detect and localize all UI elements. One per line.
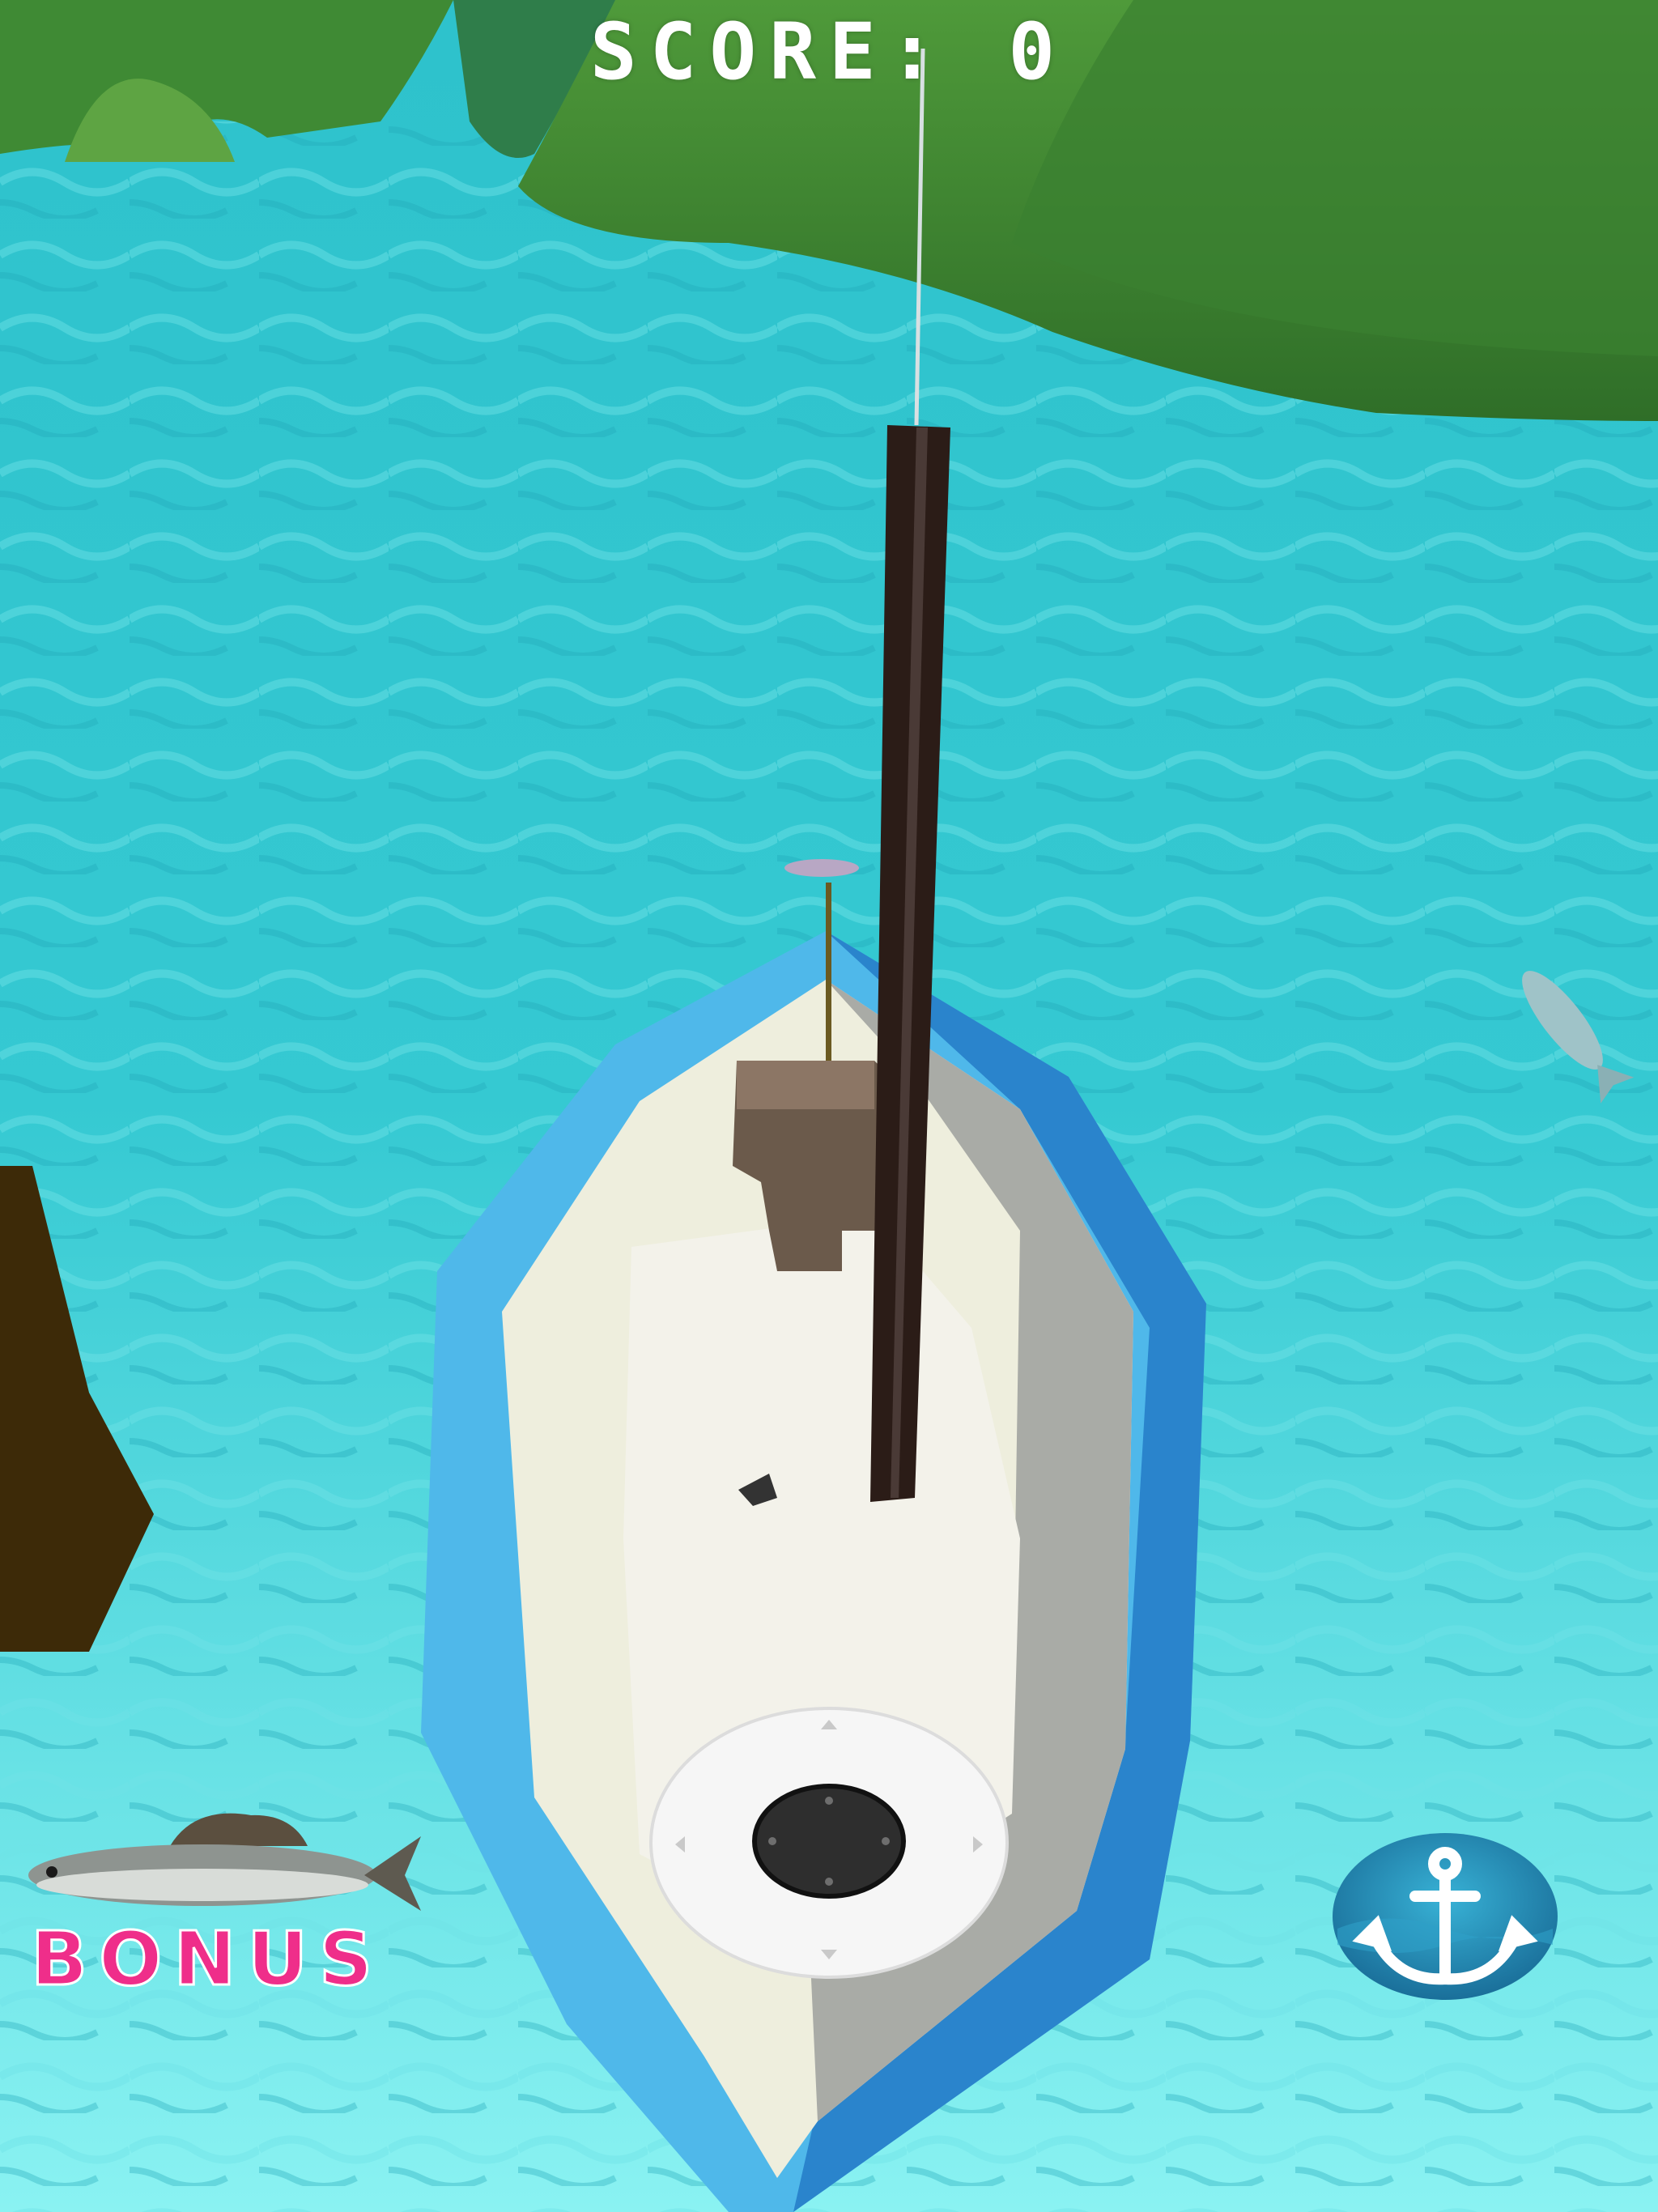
- bonus-button[interactable]: BONUS: [16, 1797, 437, 2008]
- dpad-joystick-icon: [649, 1707, 1009, 1979]
- flag-pole: [826, 883, 831, 1061]
- bonus-label: BONUS: [30, 1915, 385, 2004]
- flag-fish: [784, 859, 859, 877]
- movement-joystick[interactable]: [649, 1707, 1009, 1979]
- anchor-button[interactable]: [1331, 1831, 1559, 2001]
- boat-cabin-top: [737, 1061, 874, 1109]
- bonus-fish-icon: [28, 1813, 421, 1911]
